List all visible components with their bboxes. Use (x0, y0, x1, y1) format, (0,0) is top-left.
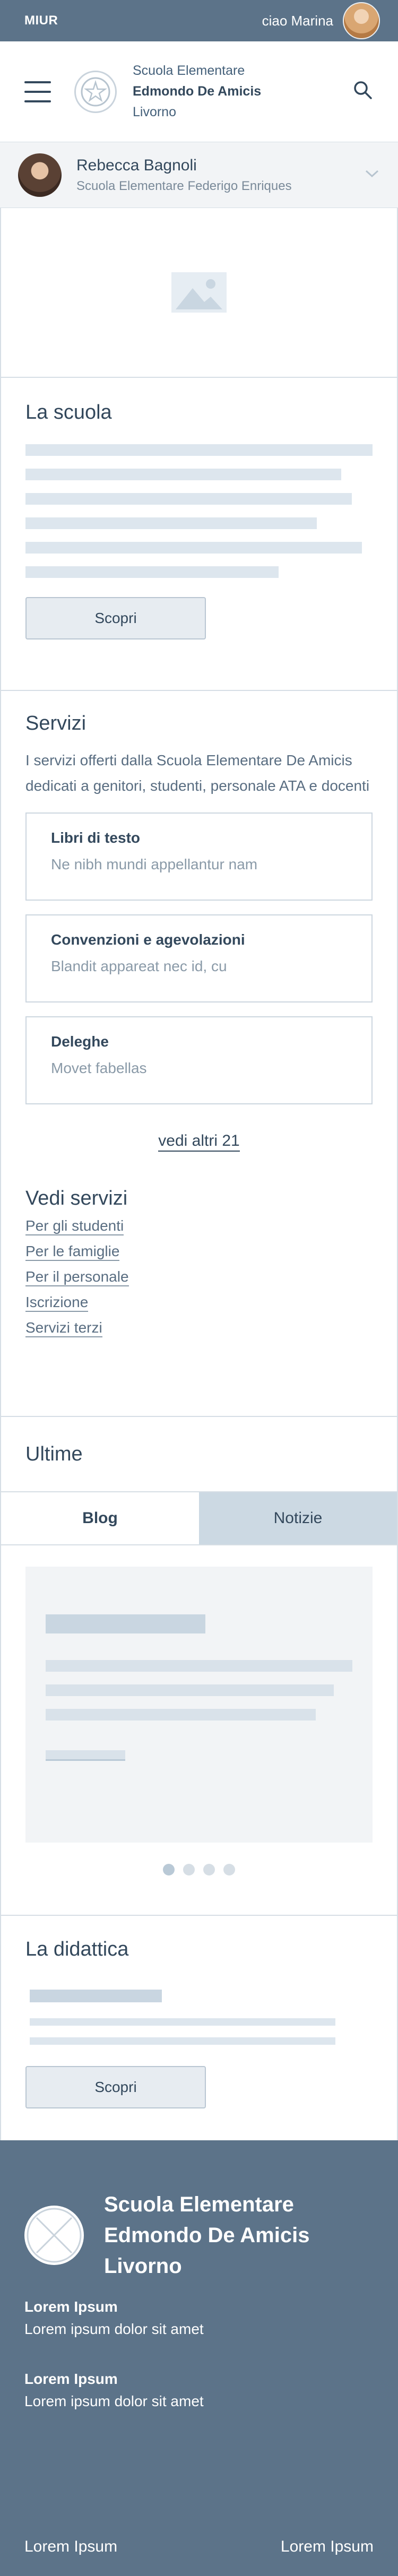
blog-card-placeholder[interactable] (25, 1567, 373, 1843)
tab-blog[interactable]: Blog (1, 1492, 199, 1544)
user-menu[interactable]: ciao Marina (262, 2, 398, 39)
school-name-line2: Edmondo De Amicis (133, 84, 262, 99)
footer-block-title: Lorem Ipsum (24, 2371, 118, 2387)
carousel-pagination (25, 1864, 373, 1875)
top-bar: MIUR ciao Marina (0, 0, 398, 41)
scopri-button[interactable]: Scopri (25, 597, 206, 639)
didattica-scopri-button[interactable]: Scopri (25, 2066, 206, 2108)
footer-link-right[interactable]: Lorem Ipsum (281, 2538, 374, 2556)
carousel-dot[interactable] (223, 1864, 235, 1875)
service-card-subtitle: Ne nibh mundi appellantur nam (51, 856, 258, 872)
service-card-title: Convenzioni e agevolazioni (51, 931, 245, 948)
service-card-deleghe[interactable]: Deleghe Movet fabellas (25, 1016, 373, 1104)
service-card-subtitle: Blandit appareat nec id, cu (51, 958, 227, 974)
profile-school: Scuola Elementare Federigo Enriques (76, 178, 292, 193)
didattica-section: La didattica Scopri (1, 1916, 397, 2167)
footer-school-name: Scuola Elementare Edmondo De Amicis Livo… (104, 2193, 310, 2278)
main-content: La scuola Scopri Servizi I servizi offer… (0, 208, 398, 2167)
school-name-line1: Scuola Elementare (133, 63, 245, 78)
footer-logo-placeholder-icon (24, 2206, 84, 2265)
blog-carousel (1, 1545, 397, 1916)
footer-link-left[interactable]: Lorem Ipsum (24, 2538, 117, 2556)
site-header: Scuola Elementare Edmondo De Amicis Livo… (0, 41, 398, 142)
hero-image-placeholder (1, 208, 397, 378)
carousel-dot[interactable] (183, 1864, 195, 1875)
carousel-dot[interactable] (163, 1864, 175, 1875)
brand-label[interactable]: MIUR (24, 13, 58, 28)
user-avatar[interactable] (343, 2, 380, 39)
scuola-title: La scuola (25, 401, 112, 423)
footer-block-text: Lorem ipsum dolor sit amet (24, 2321, 204, 2337)
chevron-down-icon[interactable] (364, 168, 380, 181)
profile-avatar (18, 153, 62, 197)
school-name[interactable]: Scuola Elementare Edmondo De Amicis Livo… (133, 60, 261, 123)
ultime-section: Ultime (1, 1417, 397, 1492)
vedi-servizi-title: Vedi servizi (25, 1187, 128, 1209)
text-placeholder (25, 1990, 373, 2045)
carousel-dot[interactable] (203, 1864, 215, 1875)
footer-block-text: Lorem ipsum dolor sit amet (24, 2393, 204, 2409)
servizi-section: Servizi I servizi offerti dalla Scuola E… (1, 691, 397, 1417)
service-card-libri[interactable]: Libri di testo Ne nibh mundi appellantur… (25, 812, 373, 901)
link-iscrizione[interactable]: Iscrizione (25, 1294, 89, 1312)
servizi-intro: I servizi offerti dalla Scuola Elementar… (25, 752, 370, 794)
menu-icon[interactable] (24, 81, 51, 102)
service-card-subtitle: Movet fabellas (51, 1060, 147, 1076)
footer-block-2: Lorem Ipsum Lorem ipsum dolor sit amet (24, 2371, 374, 2410)
school-name-line3: Livorno (133, 105, 176, 119)
greeting-text: ciao Marina (262, 12, 333, 29)
tab-notizie[interactable]: Notizie (199, 1492, 397, 1544)
text-placeholder (25, 444, 373, 578)
link-per-le-famiglie[interactable]: Per le famiglie (25, 1243, 120, 1261)
search-icon[interactable] (352, 80, 374, 103)
footer-block-1: Lorem Ipsum Lorem ipsum dolor sit amet (24, 2298, 374, 2338)
vedi-servizi: Vedi servizi Per gli studenti Per le fam… (25, 1187, 373, 1337)
servizi-title: Servizi (25, 712, 86, 734)
footer-block-title: Lorem Ipsum (24, 2298, 118, 2315)
link-per-il-personale[interactable]: Per il personale (25, 1268, 129, 1286)
link-per-gli-studenti[interactable]: Per gli studenti (25, 1217, 124, 1235)
link-servizi-terzi[interactable]: Servizi terzi (25, 1319, 102, 1337)
service-card-title: Deleghe (51, 1033, 109, 1050)
ultime-title: Ultime (25, 1442, 83, 1465)
profile-selector[interactable]: Rebecca Bagnoli Scuola Elementare Federi… (0, 142, 398, 208)
vedi-altri-link[interactable]: vedi altri 21 (158, 1132, 240, 1152)
didattica-title: La didattica (25, 1938, 129, 1960)
image-icon (171, 272, 227, 313)
site-footer: Scuola Elementare Edmondo De Amicis Livo… (0, 2140, 398, 2576)
scuola-section: La scuola Scopri (1, 378, 397, 691)
republic-emblem-icon[interactable] (74, 70, 117, 113)
profile-name: Rebecca Bagnoli (76, 156, 197, 174)
service-card-title: Libri di testo (51, 829, 140, 846)
news-tabs: Blog Notizie (1, 1492, 397, 1545)
service-card-convenzioni[interactable]: Convenzioni e agevolazioni Blandit appar… (25, 914, 373, 1002)
